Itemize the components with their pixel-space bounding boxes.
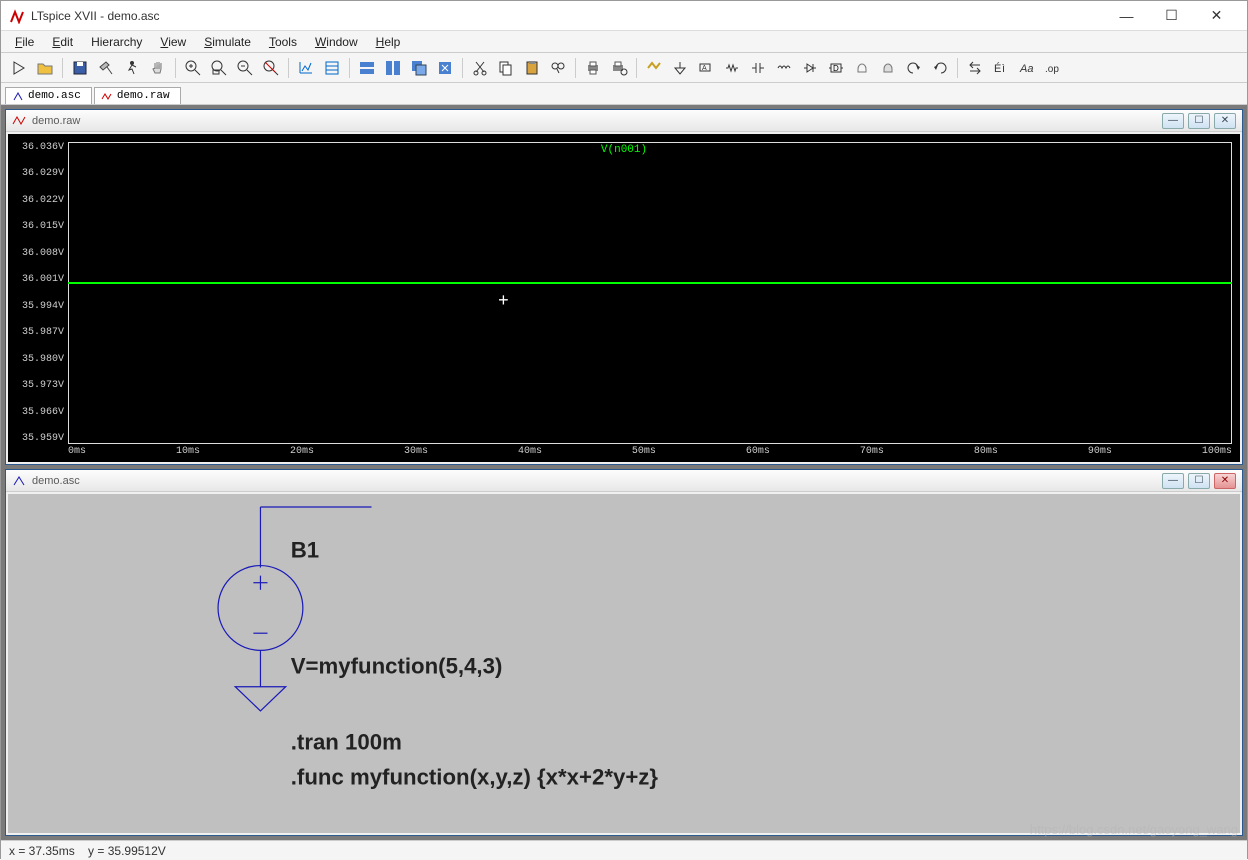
subwindow-title: demo.raw [32,115,1156,127]
save-icon[interactable] [68,56,92,80]
menu-hierarchy[interactable]: Hierarchy [83,33,150,51]
wire-icon[interactable] [642,56,666,80]
resistor-icon[interactable] [720,56,744,80]
toolbar: A D Éì Aa .op [1,53,1247,83]
text-icon[interactable]: Aa [1015,56,1039,80]
settings-icon[interactable] [320,56,344,80]
close-button[interactable]: ✕ [1194,2,1239,30]
menu-window[interactable]: Window [307,33,366,51]
redo-icon[interactable] [928,56,952,80]
watermark: https://blog.csdn.net/gaoyong_wang [1030,822,1238,837]
component-value[interactable]: V=myfunction(5,4,3) [291,654,503,679]
menu-edit[interactable]: Edit [44,33,81,51]
tile-horz-icon[interactable] [355,56,379,80]
label-icon[interactable]: A [694,56,718,80]
tab-demo-raw[interactable]: demo.raw [94,87,181,104]
trace-label[interactable]: V(n001) [601,144,647,156]
diode-icon[interactable] [798,56,822,80]
tab-demo-asc[interactable]: demo.asc [5,87,92,104]
zoom-out-icon[interactable] [207,56,231,80]
sub-minimize-button[interactable]: — [1162,113,1184,129]
y-axis: 36.036V 36.029V 36.022V 36.015V 36.008V … [8,142,68,444]
capacitor-icon[interactable] [746,56,770,80]
spice-tran-directive[interactable]: .tran 100m [291,729,402,754]
run-icon[interactable] [7,56,31,80]
window-titlebar: LTspice XVII - demo.asc — ☐ ✕ [1,1,1247,31]
schematic-icon [12,90,24,102]
subwindow-asc: demo.asc — ☐ ✕ B1 V=m [5,469,1243,836]
tab-label: demo.asc [28,90,81,102]
waveform-plot[interactable]: 36.036V 36.029V 36.022V 36.015V 36.008V … [8,134,1240,462]
document-tabs: demo.asc demo.raw [1,83,1247,105]
schematic-canvas[interactable]: B1 V=myfunction(5,4,3) .tran 100m .func … [8,494,1240,833]
svg-text:Aa: Aa [1019,63,1033,75]
print-icon[interactable] [581,56,605,80]
menu-help[interactable]: Help [368,33,409,51]
cascade-icon[interactable] [407,56,431,80]
svg-text:É: É [994,62,1001,75]
autorange-icon[interactable] [294,56,318,80]
close-win-icon[interactable] [433,56,457,80]
zoom-reset-icon[interactable] [259,56,283,80]
app-icon [9,8,25,24]
menu-view[interactable]: View [152,33,194,51]
component-icon[interactable]: D [824,56,848,80]
svg-text:A: A [702,65,707,72]
open-icon[interactable] [33,56,57,80]
drag-icon[interactable] [876,56,900,80]
zoom-in-icon[interactable] [181,56,205,80]
tile-vert-icon[interactable] [381,56,405,80]
schematic-icon [12,474,26,488]
spice-func-directive[interactable]: .func myfunction(x,y,z) {x*x+2*y+z} [291,765,659,790]
waveform-icon [12,114,26,128]
svg-text:.op: .op [1045,64,1059,75]
paste-icon[interactable] [520,56,544,80]
waveform-icon [101,90,113,102]
minimize-button[interactable]: — [1104,2,1149,30]
subwindow-title: demo.asc [32,475,1156,487]
ground-icon[interactable] [668,56,692,80]
find-icon[interactable] [546,56,570,80]
menu-tools[interactable]: Tools [261,33,305,51]
hammer-icon[interactable] [94,56,118,80]
maximize-button[interactable]: ☐ [1149,2,1194,30]
mdi-workspace: demo.raw — ☐ ✕ 36.036V 36.029V 36.022V 3… [1,105,1247,840]
mirror-icon[interactable]: Éì [989,56,1013,80]
runner-icon[interactable] [120,56,144,80]
chart-frame [68,142,1232,444]
svg-text:D: D [833,64,839,73]
move-icon[interactable] [850,56,874,80]
print-setup-icon[interactable] [607,56,631,80]
sub-close-button[interactable]: ✕ [1214,113,1236,129]
window-title: LTspice XVII - demo.asc [31,9,1104,23]
status-x: x = 37.35ms [9,844,75,858]
x-axis: 0ms 10ms 20ms 30ms 40ms 50ms 60ms 70ms 8… [68,446,1232,462]
cut-icon[interactable] [468,56,492,80]
component-name[interactable]: B1 [291,537,319,562]
trace-line [68,282,1232,284]
cursor-crosshair: + [498,292,509,312]
undo-icon[interactable] [902,56,926,80]
subwindow-raw: demo.raw — ☐ ✕ 36.036V 36.029V 36.022V 3… [5,109,1243,465]
sub-maximize-button[interactable]: ☐ [1188,113,1210,129]
sub-minimize-button[interactable]: — [1162,473,1184,489]
svg-text:ì: ì [1002,63,1005,75]
copy-icon[interactable] [494,56,518,80]
menu-simulate[interactable]: Simulate [196,33,259,51]
zoom-fit-icon[interactable] [233,56,257,80]
statusbar: x = 37.35ms y = 35.99512V [1,840,1247,860]
rotate-icon[interactable] [963,56,987,80]
inductor-icon[interactable] [772,56,796,80]
spice-directive-icon[interactable]: .op [1041,56,1065,80]
status-y: y = 35.99512V [88,844,166,858]
menubar: File Edit Hierarchy View Simulate Tools … [1,31,1247,53]
hand-pan-icon[interactable] [146,56,170,80]
sub-maximize-button[interactable]: ☐ [1188,473,1210,489]
sub-close-button[interactable]: ✕ [1214,473,1236,489]
tab-label: demo.raw [117,90,170,102]
menu-file[interactable]: File [7,33,42,51]
